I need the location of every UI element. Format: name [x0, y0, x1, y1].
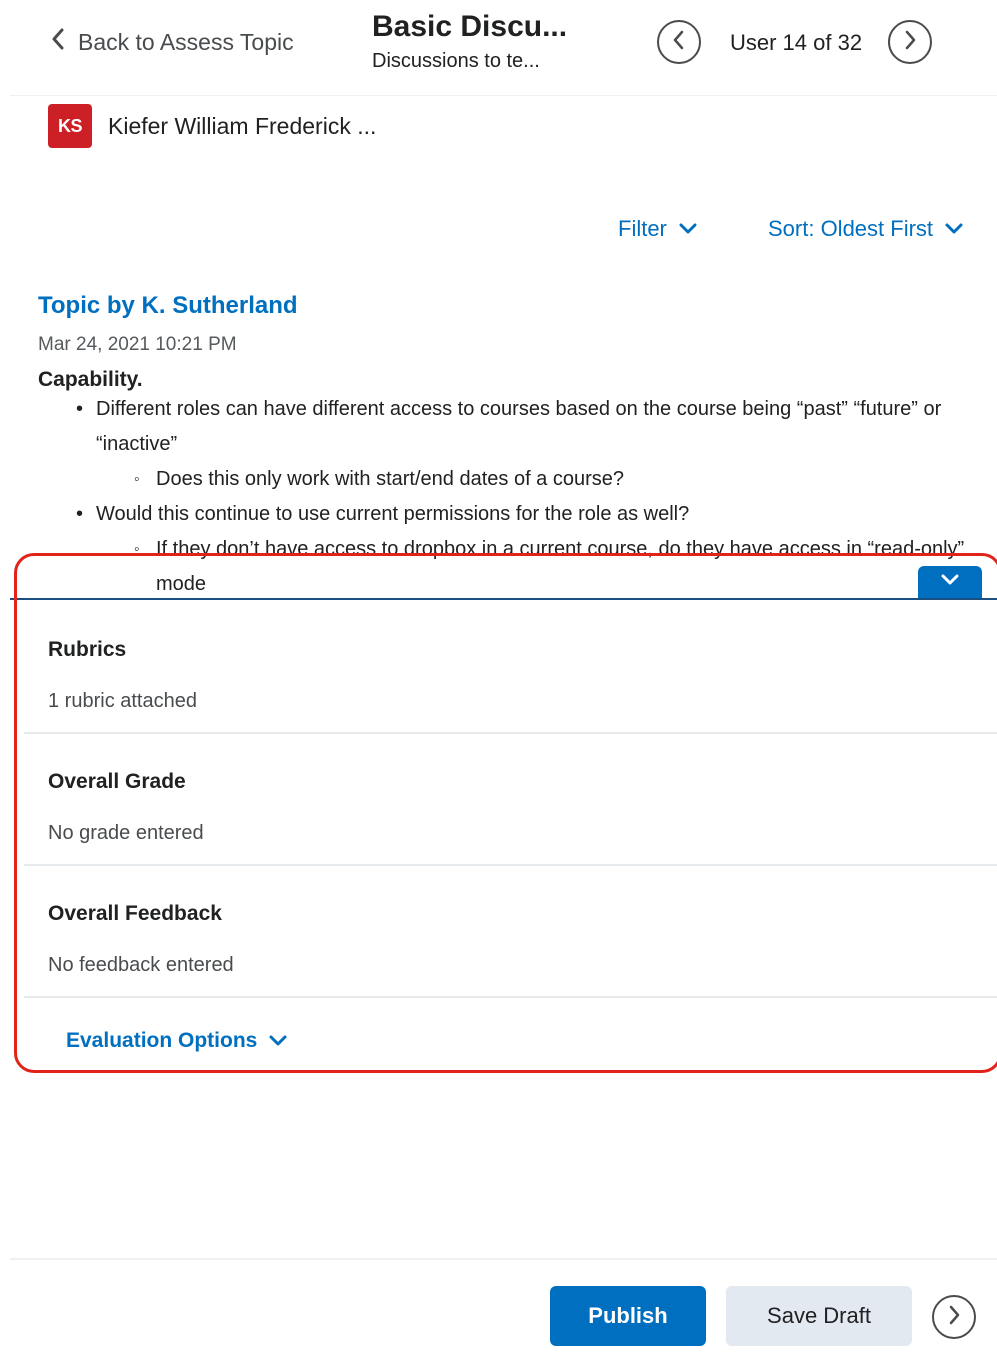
save-draft-button[interactable]: Save Draft [726, 1286, 912, 1346]
publish-button[interactable]: Publish [550, 1286, 706, 1346]
post-date: Mar 24, 2021 10:21 PM [38, 334, 237, 355]
list-item: Does this only work with start/end dates… [96, 462, 968, 497]
next-user-button[interactable] [888, 20, 932, 64]
back-link-label: Back to Assess Topic [78, 28, 294, 55]
list-item: Different roles can have different acces… [76, 392, 968, 462]
list-item: Would this continue to use current permi… [76, 497, 968, 532]
sort-dropdown[interactable]: Sort: Oldest First [768, 216, 963, 242]
chevron-left-icon [672, 30, 686, 55]
evaluation-highlight-outline [14, 553, 997, 1073]
evaluation-page: Back to Assess Topic Basic Discu... Disc… [10, 8, 997, 1355]
user-name: Kiefer William Frederick ... [108, 112, 377, 139]
page-title: Basic Discu... [372, 10, 568, 43]
filter-label: Filter [618, 216, 667, 241]
user-row: KS Kiefer William Frederick ... [48, 104, 376, 148]
filter-dropdown[interactable]: Filter [618, 216, 697, 242]
user-counter: User 14 of 32 [730, 30, 863, 55]
back-to-assess-topic-link[interactable]: Back to Assess Topic [50, 28, 294, 56]
footer-divider [10, 1258, 997, 1260]
page-subtitle: Discussions to te... [372, 50, 540, 72]
chevron-left-icon [50, 28, 66, 56]
next-student-button[interactable] [932, 1295, 976, 1339]
chevron-down-icon [679, 223, 697, 235]
chevron-down-icon [945, 223, 963, 235]
post-heading: Capability. [38, 368, 143, 391]
topic-titles: Basic Discu... Discussions to te... [372, 10, 612, 73]
previous-user-button[interactable] [657, 20, 701, 64]
header-bar: Back to Assess Topic Basic Discu... Disc… [10, 8, 997, 96]
avatar: KS [48, 104, 92, 148]
chevron-right-icon [947, 1305, 961, 1330]
chevron-right-icon [903, 30, 917, 55]
post-author-link[interactable]: Topic by K. Sutherland [38, 292, 968, 320]
sort-label: Sort: Oldest First [768, 216, 934, 241]
